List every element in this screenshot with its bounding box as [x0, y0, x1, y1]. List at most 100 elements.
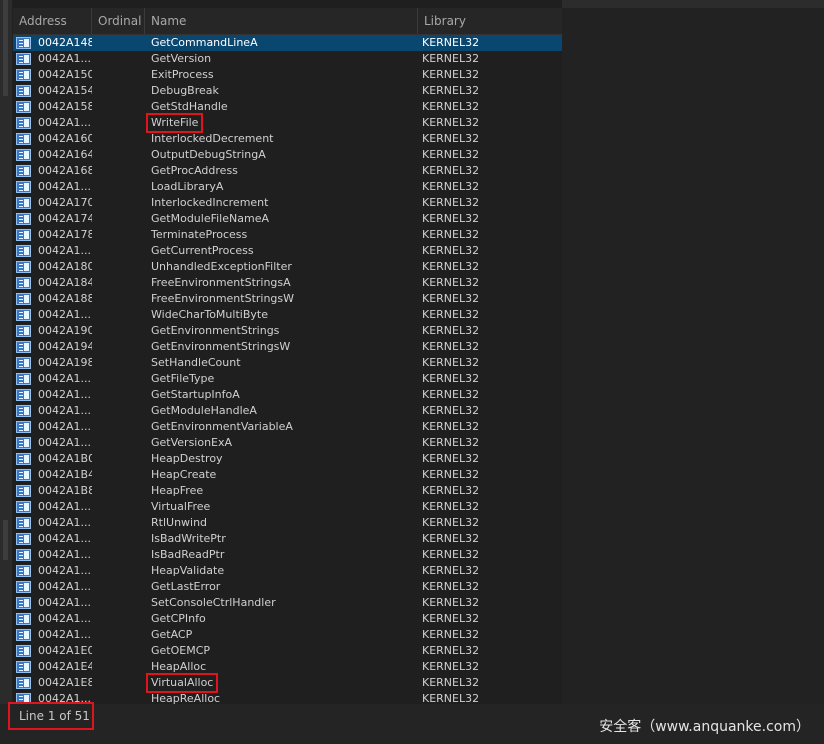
- table-row[interactable]: 0042A1... GetLastError KERNEL32: [13, 579, 562, 595]
- column-header-ordinal[interactable]: Ordinal: [92, 8, 145, 34]
- table-row[interactable]: 0042A1... HeapReAlloc KERNEL32: [13, 691, 562, 704]
- left-scrollbar-thumb[interactable]: [3, 0, 8, 96]
- import-function-icon: [16, 645, 31, 657]
- import-function-icon: [16, 421, 31, 433]
- cell-library: KERNEL32: [422, 436, 480, 449]
- cell-address: 0042A160: [38, 132, 92, 145]
- cell-name: InterlockedDecrement: [151, 132, 274, 145]
- cell-library: KERNEL32: [422, 388, 480, 401]
- table-row[interactable]: 0042A160 InterlockedDecrement KERNEL32: [13, 131, 562, 147]
- table-row[interactable]: 0042A168 GetProcAddress KERNEL32: [13, 163, 562, 179]
- cell-address: 0042A150: [38, 68, 92, 81]
- table-row[interactable]: 0042A1B8 HeapFree KERNEL32: [13, 483, 562, 499]
- table-row[interactable]: 0042A1... IsBadWritePtr KERNEL32: [13, 531, 562, 547]
- import-function-icon: [16, 69, 31, 81]
- import-function-icon: [16, 149, 31, 161]
- cell-library: KERNEL32: [422, 260, 480, 273]
- table-row[interactable]: 0042A1E4 HeapAlloc KERNEL32: [13, 659, 562, 675]
- imports-list-view[interactable]: Address Ordinal Name Library 0042A148 Get…: [13, 0, 562, 704]
- table-row[interactable]: 0042A1... IsBadReadPtr KERNEL32: [13, 547, 562, 563]
- import-function-icon: [16, 165, 31, 177]
- table-row[interactable]: 0042A1... LoadLibraryA KERNEL32: [13, 179, 562, 195]
- cell-address: 0042A1...: [38, 420, 92, 433]
- cell-address: 0042A1...: [38, 388, 92, 401]
- cell-library: KERNEL32: [422, 308, 480, 321]
- cell-address: 0042A1B8: [38, 484, 92, 497]
- cell-library: KERNEL32: [422, 452, 480, 465]
- table-row[interactable]: 0042A1... SetConsoleCtrlHandler KERNEL32: [13, 595, 562, 611]
- table-row[interactable]: 0042A148 GetCommandLineA KERNEL32: [13, 35, 562, 51]
- cell-library: KERNEL32: [422, 596, 480, 609]
- table-row[interactable]: 0042A1... HeapValidate KERNEL32: [13, 563, 562, 579]
- table-row[interactable]: 0042A178 TerminateProcess KERNEL32: [13, 227, 562, 243]
- import-function-icon: [16, 437, 31, 449]
- cell-name: GetModuleHandleA: [151, 404, 257, 417]
- cell-name: GetEnvironmentStrings: [151, 324, 280, 337]
- cell-library: KERNEL32: [422, 484, 480, 497]
- table-row[interactable]: 0042A1... WriteFile KERNEL32: [13, 113, 562, 133]
- import-function-icon: [16, 453, 31, 465]
- cell-name: SetConsoleCtrlHandler: [151, 596, 276, 609]
- cell-address: 0042A1...: [38, 500, 92, 513]
- table-row[interactable]: 0042A154 DebugBreak KERNEL32: [13, 83, 562, 99]
- import-function-icon: [16, 581, 31, 593]
- table-row[interactable]: 0042A1E0 GetOEMCP KERNEL32: [13, 643, 562, 659]
- table-row[interactable]: 0042A184 FreeEnvironmentStringsA KERNEL32: [13, 275, 562, 291]
- table-row[interactable]: 0042A164 OutputDebugStringA KERNEL32: [13, 147, 562, 163]
- cell-library: KERNEL32: [422, 532, 480, 545]
- cell-address: 0042A1...: [38, 628, 92, 641]
- cell-address: 0042A1...: [38, 116, 92, 129]
- cell-name: GetACP: [151, 628, 193, 641]
- cell-library: KERNEL32: [422, 356, 480, 369]
- cell-name: GetCurrentProcess: [151, 244, 254, 257]
- table-row[interactable]: 0042A1... GetCurrentProcess KERNEL32: [13, 243, 562, 259]
- import-function-icon: [16, 213, 31, 225]
- table-row[interactable]: 0042A190 GetEnvironmentStrings KERNEL32: [13, 323, 562, 339]
- import-function-icon: [16, 357, 31, 369]
- table-row[interactable]: 0042A1... GetCPInfo KERNEL32: [13, 611, 562, 627]
- table-row[interactable]: 0042A158 GetStdHandle KERNEL32: [13, 99, 562, 115]
- table-row[interactable]: 0042A1B0 HeapDestroy KERNEL32: [13, 451, 562, 467]
- column-header-library[interactable]: Library: [418, 8, 562, 34]
- cell-library: KERNEL32: [422, 164, 480, 177]
- table-row[interactable]: 0042A174 GetModuleFileNameA KERNEL32: [13, 211, 562, 227]
- cell-name: GetStartupInfoA: [151, 388, 240, 401]
- table-row[interactable]: 0042A1... WideCharToMultiByte KERNEL32: [13, 307, 562, 323]
- cell-address: 0042A154: [38, 84, 92, 97]
- table-row[interactable]: 0042A150 ExitProcess KERNEL32: [13, 67, 562, 83]
- table-row[interactable]: 0042A1E8 VirtualAlloc KERNEL32: [13, 673, 562, 693]
- table-row[interactable]: 0042A194 GetEnvironmentStringsW KERNEL32: [13, 339, 562, 355]
- table-row[interactable]: 0042A170 InterlockedIncrement KERNEL32: [13, 195, 562, 211]
- column-header-name[interactable]: Name: [145, 8, 418, 34]
- cell-address: 0042A174: [38, 212, 92, 225]
- table-row[interactable]: 0042A1B4 HeapCreate KERNEL32: [13, 467, 562, 483]
- cell-library: KERNEL32: [422, 244, 480, 257]
- import-function-icon: [16, 517, 31, 529]
- table-row[interactable]: 0042A198 SetHandleCount KERNEL32: [13, 355, 562, 371]
- table-row[interactable]: 0042A1... GetEnvironmentVariableA KERNEL32: [13, 419, 562, 435]
- table-row[interactable]: 0042A1... GetModuleHandleA KERNEL32: [13, 403, 562, 419]
- table-row[interactable]: 0042A1... VirtualFree KERNEL32: [13, 499, 562, 515]
- column-header-address[interactable]: Address: [13, 8, 92, 34]
- table-row[interactable]: 0042A1... GetFileType KERNEL32: [13, 371, 562, 387]
- cell-name: WideCharToMultiByte: [151, 308, 268, 321]
- table-row[interactable]: 0042A188 FreeEnvironmentStringsW KERNEL32: [13, 291, 562, 307]
- table-row[interactable]: 0042A1... GetStartupInfoA KERNEL32: [13, 387, 562, 403]
- cell-library: KERNEL32: [422, 340, 480, 353]
- cell-name: GetFileType: [151, 372, 215, 385]
- left-scrollbar-thumb-lower[interactable]: [3, 520, 8, 560]
- import-function-icon: [16, 245, 31, 257]
- table-row[interactable]: 0042A1... GetVersion KERNEL32: [13, 51, 562, 67]
- cell-name: HeapValidate: [151, 564, 225, 577]
- import-function-icon: [16, 101, 31, 113]
- import-function-icon: [16, 117, 31, 129]
- table-row[interactable]: 0042A180 UnhandledExceptionFilter KERNEL32: [13, 259, 562, 275]
- table-row[interactable]: 0042A1... GetACP KERNEL32: [13, 627, 562, 643]
- import-function-icon: [16, 405, 31, 417]
- import-function-icon: [16, 485, 31, 497]
- cell-name: GetVersionExA: [151, 436, 233, 449]
- table-row[interactable]: 0042A1... GetVersionExA KERNEL32: [13, 435, 562, 451]
- cell-address: 0042A1...: [38, 596, 92, 609]
- cell-library: KERNEL32: [422, 180, 480, 193]
- table-row[interactable]: 0042A1... RtlUnwind KERNEL32: [13, 515, 562, 531]
